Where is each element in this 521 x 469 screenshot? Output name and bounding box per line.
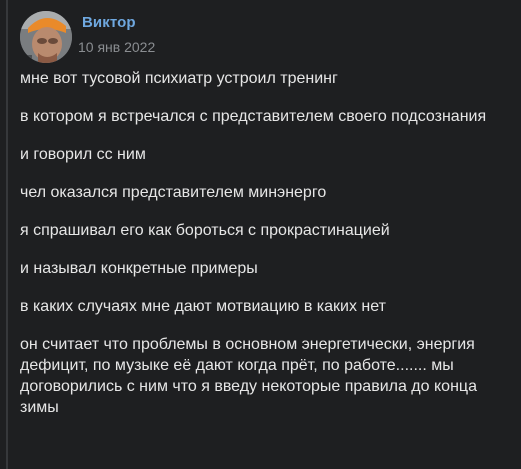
message-list: мне вот тусовой психиатр устроил тренинг… — [20, 68, 515, 418]
message-text: и говорил сс ним — [20, 146, 146, 163]
chat-post: Виктор 10 янв 2022 мне вот тусовой психи… — [20, 8, 515, 435]
thread-divider — [6, 0, 8, 469]
message-text: чел оказался представителем минэнерго — [20, 184, 327, 201]
message-text: и называл конкретные примеры — [20, 260, 258, 277]
avatar[interactable] — [20, 11, 72, 63]
avatar-photo — [20, 11, 72, 63]
post-header: Виктор 10 янв 2022 — [20, 8, 515, 68]
message-text: я спрашивал его как бороться с прокрасти… — [20, 222, 390, 239]
author-name[interactable]: Виктор — [82, 14, 136, 31]
message-text: в котором я встречался с представителем … — [20, 108, 487, 125]
message-text: мне вот тусовой психиатр устроил тренинг — [20, 70, 338, 87]
post-timestamp: 10 янв 2022 — [78, 39, 156, 55]
chat-frame: Виктор 10 янв 2022 мне вот тусовой психи… — [0, 0, 521, 469]
message-text: он считает что проблемы в основном энерг… — [20, 336, 477, 416]
message-text: в каких случаях мне дают мотвиацию в как… — [20, 298, 386, 315]
